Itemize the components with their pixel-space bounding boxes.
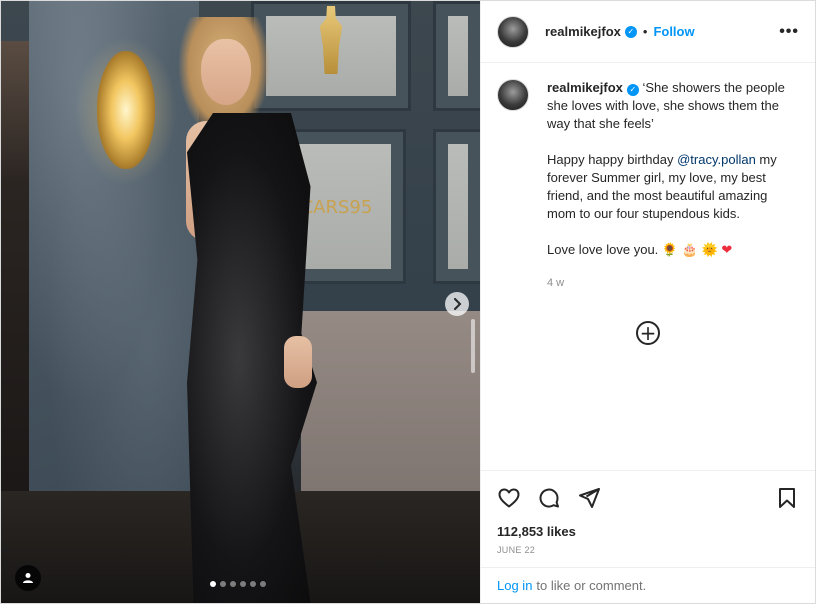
author-username[interactable]: realmikejfox: [545, 24, 621, 39]
caption-paragraph-2: Happy happy birthday @tracy.pollan my fo…: [547, 151, 787, 223]
post-dialog: OSCARS95 realmikejfox ✓ • Follow ••• rea…: [0, 0, 816, 604]
chevron-right-icon: [454, 298, 462, 310]
carousel-dot: [240, 581, 246, 587]
post-media[interactable]: OSCARS95: [1, 1, 480, 603]
caption-text: realmikejfox ✓ ‘She showers the people sh…: [547, 79, 787, 292]
carousel-dot: [210, 581, 216, 587]
load-more-comments-button[interactable]: +: [636, 321, 660, 345]
carousel-indicators: [210, 581, 266, 587]
post-side-panel: realmikejfox ✓ • Follow ••• realmikejfox…: [480, 1, 815, 603]
header-separator: •: [642, 24, 648, 39]
action-bar: [481, 470, 815, 524]
carousel-dot: [250, 581, 256, 587]
caption: realmikejfox ✓ ‘She showers the people sh…: [497, 79, 799, 292]
post-date: JUNE 22: [497, 545, 536, 555]
plus-circle-icon: +: [639, 321, 657, 345]
user-tag-icon: [23, 573, 33, 583]
post-photo: OSCARS95: [1, 1, 480, 603]
cake-emoji-icon: 🎂: [681, 243, 698, 258]
caption-avatar[interactable]: [497, 79, 529, 111]
send-icon[interactable]: [577, 486, 601, 510]
comments-area[interactable]: realmikejfox ✓ ‘She showers the people sh…: [481, 63, 815, 470]
login-text: to like or comment.: [536, 578, 647, 593]
more-horizontal-icon: •••: [779, 22, 799, 40]
sunflower-emoji-icon: 🌻: [661, 243, 679, 258]
sun-emoji-icon: 🌞: [701, 243, 718, 258]
avatar[interactable]: [497, 15, 529, 48]
caption-username[interactable]: realmikejfox: [547, 80, 623, 95]
caption-line-2-prefix: Happy happy birthday: [547, 152, 678, 167]
login-link[interactable]: Log in: [497, 578, 532, 593]
mention-link[interactable]: @tracy.pollan: [677, 152, 756, 167]
carousel-dot: [220, 581, 226, 587]
bookmark-icon[interactable]: [775, 486, 799, 510]
comment-icon[interactable]: [537, 486, 561, 510]
verified-badge-icon: ✓: [626, 84, 639, 96]
user-tags-button[interactable]: [15, 565, 41, 591]
likes-count[interactable]: 112,853 likes: [481, 524, 815, 539]
caption-line-3: Love love love you.: [547, 242, 659, 257]
carousel-dot: [260, 581, 266, 587]
carousel-dot: [230, 581, 236, 587]
media-scrollbar[interactable]: [471, 319, 475, 373]
heart-icon[interactable]: [497, 486, 521, 510]
follow-button[interactable]: Follow: [653, 24, 694, 39]
verified-badge-icon: ✓: [624, 25, 637, 38]
more-options-button[interactable]: •••: [779, 23, 799, 41]
post-header: realmikejfox ✓ • Follow •••: [481, 1, 815, 63]
login-prompt: Log in to like or comment.: [481, 567, 815, 603]
heart-emoji-icon: ❤: [721, 243, 733, 258]
carousel-next-button[interactable]: [445, 292, 469, 316]
caption-time[interactable]: 4 w: [547, 274, 787, 292]
caption-paragraph-3: Love love love you. 🌻 🎂 🌞 ❤: [547, 241, 787, 260]
